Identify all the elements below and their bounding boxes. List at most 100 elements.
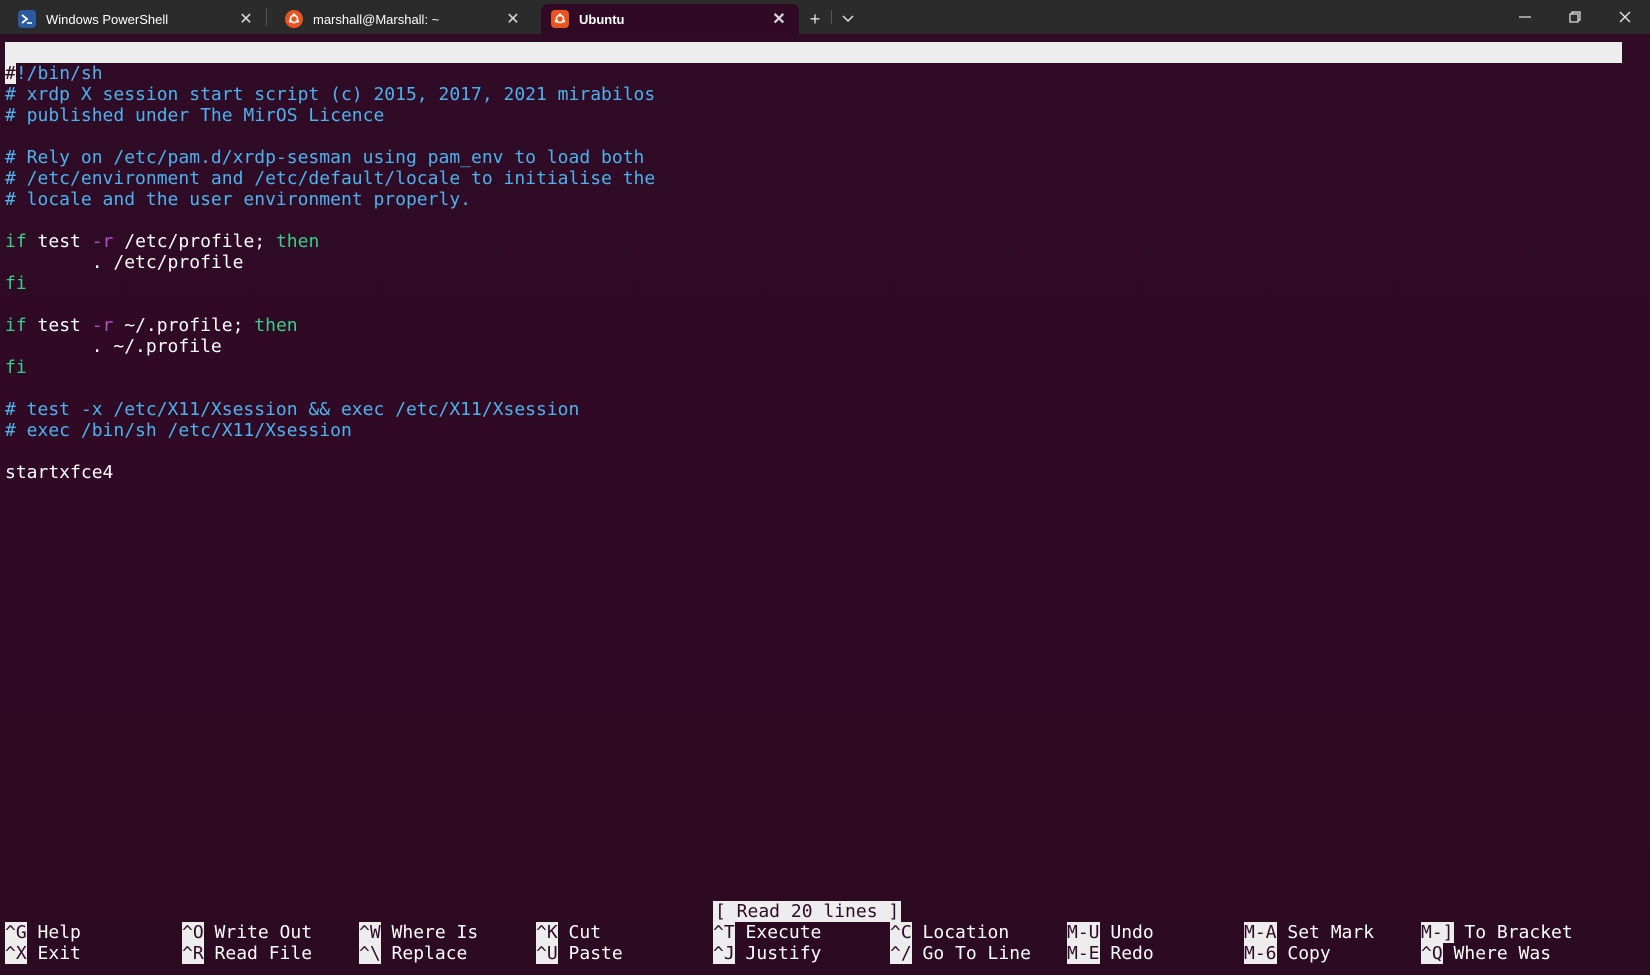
- code-line-15: fi: [5, 357, 27, 378]
- shortcut-exit[interactable]: ^X Exit: [5, 943, 81, 964]
- shortcut-label: Copy: [1287, 943, 1331, 964]
- restore-icon[interactable]: [1550, 0, 1600, 34]
- shortcut-label: Replace: [391, 943, 468, 964]
- code-line-17: # test -x /etc/X11/Xsession && exec /etc…: [5, 399, 580, 420]
- nano-filename: /etc/xrdp/startwm.sh: [727, 84, 944, 105]
- code-line-18: # exec /bin/sh /etc/X11/Xsession: [5, 420, 352, 441]
- shortcut-key: M-U: [1067, 922, 1100, 943]
- shortcut-key: M-A: [1244, 922, 1277, 943]
- shortcut-set-mark[interactable]: M-A Set Mark: [1244, 922, 1374, 943]
- shortcut-key: ^G: [5, 922, 27, 943]
- shortcut-write-out[interactable]: ^O Write Out: [182, 922, 312, 943]
- keyword-then: then: [265, 231, 320, 252]
- tab-ubuntu[interactable]: Ubuntu ✕: [541, 4, 799, 34]
- code-path: /etc/profile;: [113, 231, 266, 252]
- code-line-5: # Rely on /etc/pam.d/xrdp-sesman using p…: [5, 147, 645, 168]
- shortcut-label: Read File: [214, 943, 313, 964]
- shortcut-undo[interactable]: M-U Undo: [1067, 922, 1154, 943]
- shortcut-key: M-E: [1067, 943, 1100, 964]
- nano-status-message: [ Read 20 lines ]: [713, 901, 902, 922]
- close-tab-icon[interactable]: ✕: [236, 9, 256, 29]
- terminal-window[interactable]: GNU nano 7.2 /etc/xrdp/startwm.sh #!/bin…: [0, 34, 1650, 975]
- code-line-6: # /etc/environment and /etc/default/loca…: [5, 168, 656, 189]
- shortcut-key: M-6: [1244, 943, 1277, 964]
- shortcut-key: ^T: [713, 922, 735, 943]
- shortcut-label: Justify: [745, 943, 822, 964]
- code-line-7: # locale and the user environment proper…: [5, 189, 471, 210]
- code-line-20: startxfce4: [5, 462, 114, 483]
- shortcut-label: Where Was: [1453, 943, 1552, 964]
- code-test: test: [26, 231, 92, 252]
- shortcut-cut[interactable]: ^K Cut: [536, 922, 601, 943]
- code-line-10: . /etc/profile: [5, 252, 244, 273]
- shortcut-key: ^J: [713, 943, 735, 964]
- minimize-icon[interactable]: [1500, 0, 1550, 34]
- code-line-14: . ~/.profile: [5, 336, 222, 357]
- shortcut-label: Cut: [568, 922, 602, 943]
- shortcut-label: Write Out: [214, 922, 313, 943]
- shortcut-key: ^/: [890, 943, 912, 964]
- powershell-icon: [18, 10, 36, 28]
- shortcut-label: Paste: [568, 943, 623, 964]
- shortcut-to-bracket[interactable]: M-] To Bracket: [1421, 922, 1573, 943]
- code-line-1: #!/bin/sh: [5, 63, 103, 84]
- shortcut-help[interactable]: ^G Help: [5, 922, 81, 943]
- shebang-rest: !/bin/sh: [15, 63, 103, 84]
- chevron-down-icon[interactable]: [832, 4, 864, 34]
- shortcut-where-is[interactable]: ^W Where Is: [359, 922, 478, 943]
- close-icon[interactable]: [1600, 0, 1650, 34]
- shortcut-key: M-]: [1421, 922, 1454, 943]
- shortcut-key: ^\: [359, 943, 381, 964]
- keyword-if: if: [5, 231, 27, 252]
- shortcut-location[interactable]: ^C Location: [890, 922, 1009, 943]
- shortcut-label: Where Is: [391, 922, 479, 943]
- code-flag: -r: [91, 315, 114, 336]
- shortcut-key: ^W: [359, 922, 381, 943]
- shortcut-label: Location: [922, 922, 1010, 943]
- window-controls: [1500, 0, 1650, 34]
- shortcut-paste[interactable]: ^U Paste: [536, 943, 623, 964]
- shortcut-key: ^R: [182, 943, 204, 964]
- code-test: test: [26, 315, 92, 336]
- keyword-if: if: [5, 315, 27, 336]
- shortcut-key: ^U: [536, 943, 558, 964]
- shortcut-label: Exit: [37, 943, 81, 964]
- shortcut-label: Help: [37, 922, 81, 943]
- shortcut-label: Set Mark: [1287, 922, 1375, 943]
- shortcut-key: ^K: [536, 922, 558, 943]
- code-line-9: if test -r /etc/profile; then: [5, 231, 319, 252]
- code-path: ~/.profile;: [113, 315, 244, 336]
- ubuntu-icon: [551, 10, 569, 28]
- shortcut-key: ^X: [5, 943, 27, 964]
- shortcut-execute[interactable]: ^T Execute: [713, 922, 821, 943]
- new-tab-button[interactable]: +: [799, 4, 831, 34]
- code-line-3: # published under The MirOS Licence: [5, 105, 385, 126]
- shortcut-label: Redo: [1110, 943, 1154, 964]
- nano-header-bar: GNU nano 7.2 /etc/xrdp/startwm.sh: [5, 42, 1622, 105]
- code-line-13: if test -r ~/.profile; then: [5, 315, 298, 336]
- tab-label: marshall@Marshall: ~: [313, 11, 440, 27]
- code-line-11: fi: [5, 273, 27, 294]
- shortcut-go-to-line[interactable]: ^/ Go To Line: [890, 943, 1031, 964]
- shortcut-where-was[interactable]: ^Q Where Was: [1421, 943, 1551, 964]
- shortcut-read-file[interactable]: ^R Read File: [182, 943, 312, 964]
- shortcut-copy[interactable]: M-6 Copy: [1244, 943, 1331, 964]
- tab-marshall-shell[interactable]: marshall@Marshall: ~ ✕: [275, 4, 533, 34]
- ubuntu-icon: [285, 10, 303, 28]
- close-tab-icon[interactable]: ✕: [769, 9, 789, 29]
- shortcut-key: ^O: [182, 922, 204, 943]
- tab-label: Windows PowerShell: [46, 11, 169, 27]
- shortcut-label: Execute: [745, 922, 822, 943]
- tab-divider: [266, 8, 267, 26]
- keyword-then: then: [243, 315, 298, 336]
- tab-label: Ubuntu: [579, 11, 625, 27]
- shortcut-replace[interactable]: ^\ Replace: [359, 943, 467, 964]
- tab-windows-powershell[interactable]: Windows PowerShell ✕: [8, 4, 266, 34]
- shortcut-label: Go To Line: [922, 943, 1031, 964]
- shortcut-label: Undo: [1110, 922, 1154, 943]
- shortcut-key: ^Q: [1421, 943, 1443, 964]
- code-flag: -r: [91, 231, 114, 252]
- shortcut-redo[interactable]: M-E Redo: [1067, 943, 1154, 964]
- close-tab-icon[interactable]: ✕: [503, 9, 523, 29]
- shortcut-justify[interactable]: ^J Justify: [713, 943, 821, 964]
